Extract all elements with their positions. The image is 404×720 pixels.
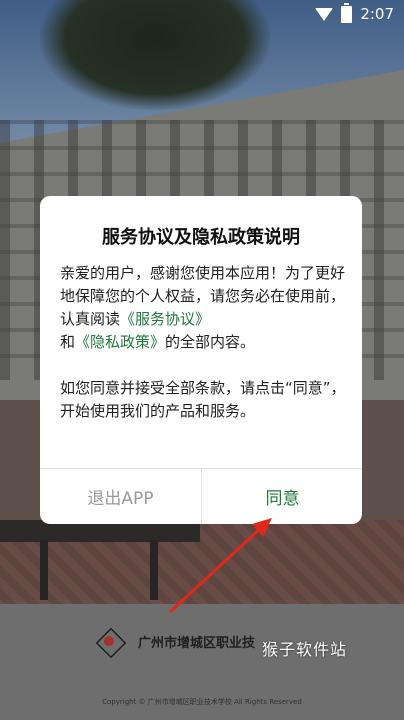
status-time: 2:07 [360, 5, 394, 23]
tree-foliage [40, 0, 270, 110]
service-agreement-link[interactable]: 《服务协议》 [120, 310, 210, 328]
school-emblem-icon [92, 628, 130, 654]
dialog-title: 服务协议及隐私政策说明 [102, 227, 300, 248]
copyright-text: Copyright © 广州市增城区职业技术学校 All Rights Rese… [102, 698, 302, 706]
dialog-paragraph-2: 如您同意并接受全部条款，请点击“同意”，开始使用我们的产品和服务。 [60, 379, 346, 420]
exit-app-button[interactable]: 退出APP [40, 469, 201, 524]
privacy-policy-link[interactable]: 《隐私政策》 [75, 333, 165, 351]
wifi-icon [315, 7, 334, 21]
dialog-body: 亲爱的用户，感谢您使用本应用！为了更好地保障您的个人权益，请您务必在使用前，认真… [60, 262, 350, 423]
battery-icon [341, 2, 353, 23]
bench-leg [40, 540, 48, 600]
school-name: 广州市增城区职业技 [138, 635, 256, 651]
status-bar: 2:07 [315, 0, 394, 28]
para1-end: 的全部内容。 [165, 333, 256, 351]
watermark: 猴子软件站 [262, 640, 348, 659]
bench-leg [150, 540, 158, 600]
agree-button[interactable]: 同意 [202, 469, 362, 524]
privacy-dialog: 服务协议及隐私政策说明 亲爱的用户，感谢您使用本应用！为了更好地保障您的个人权益… [40, 196, 362, 524]
dialog-paragraph-1: 亲爱的用户，感谢您使用本应用！为了更好地保障您的个人权益，请您务必在使用前，认真… [60, 262, 350, 354]
footer-logo: 广州市增城区职业技 [92, 628, 255, 654]
para1-and: 和 [60, 333, 76, 351]
